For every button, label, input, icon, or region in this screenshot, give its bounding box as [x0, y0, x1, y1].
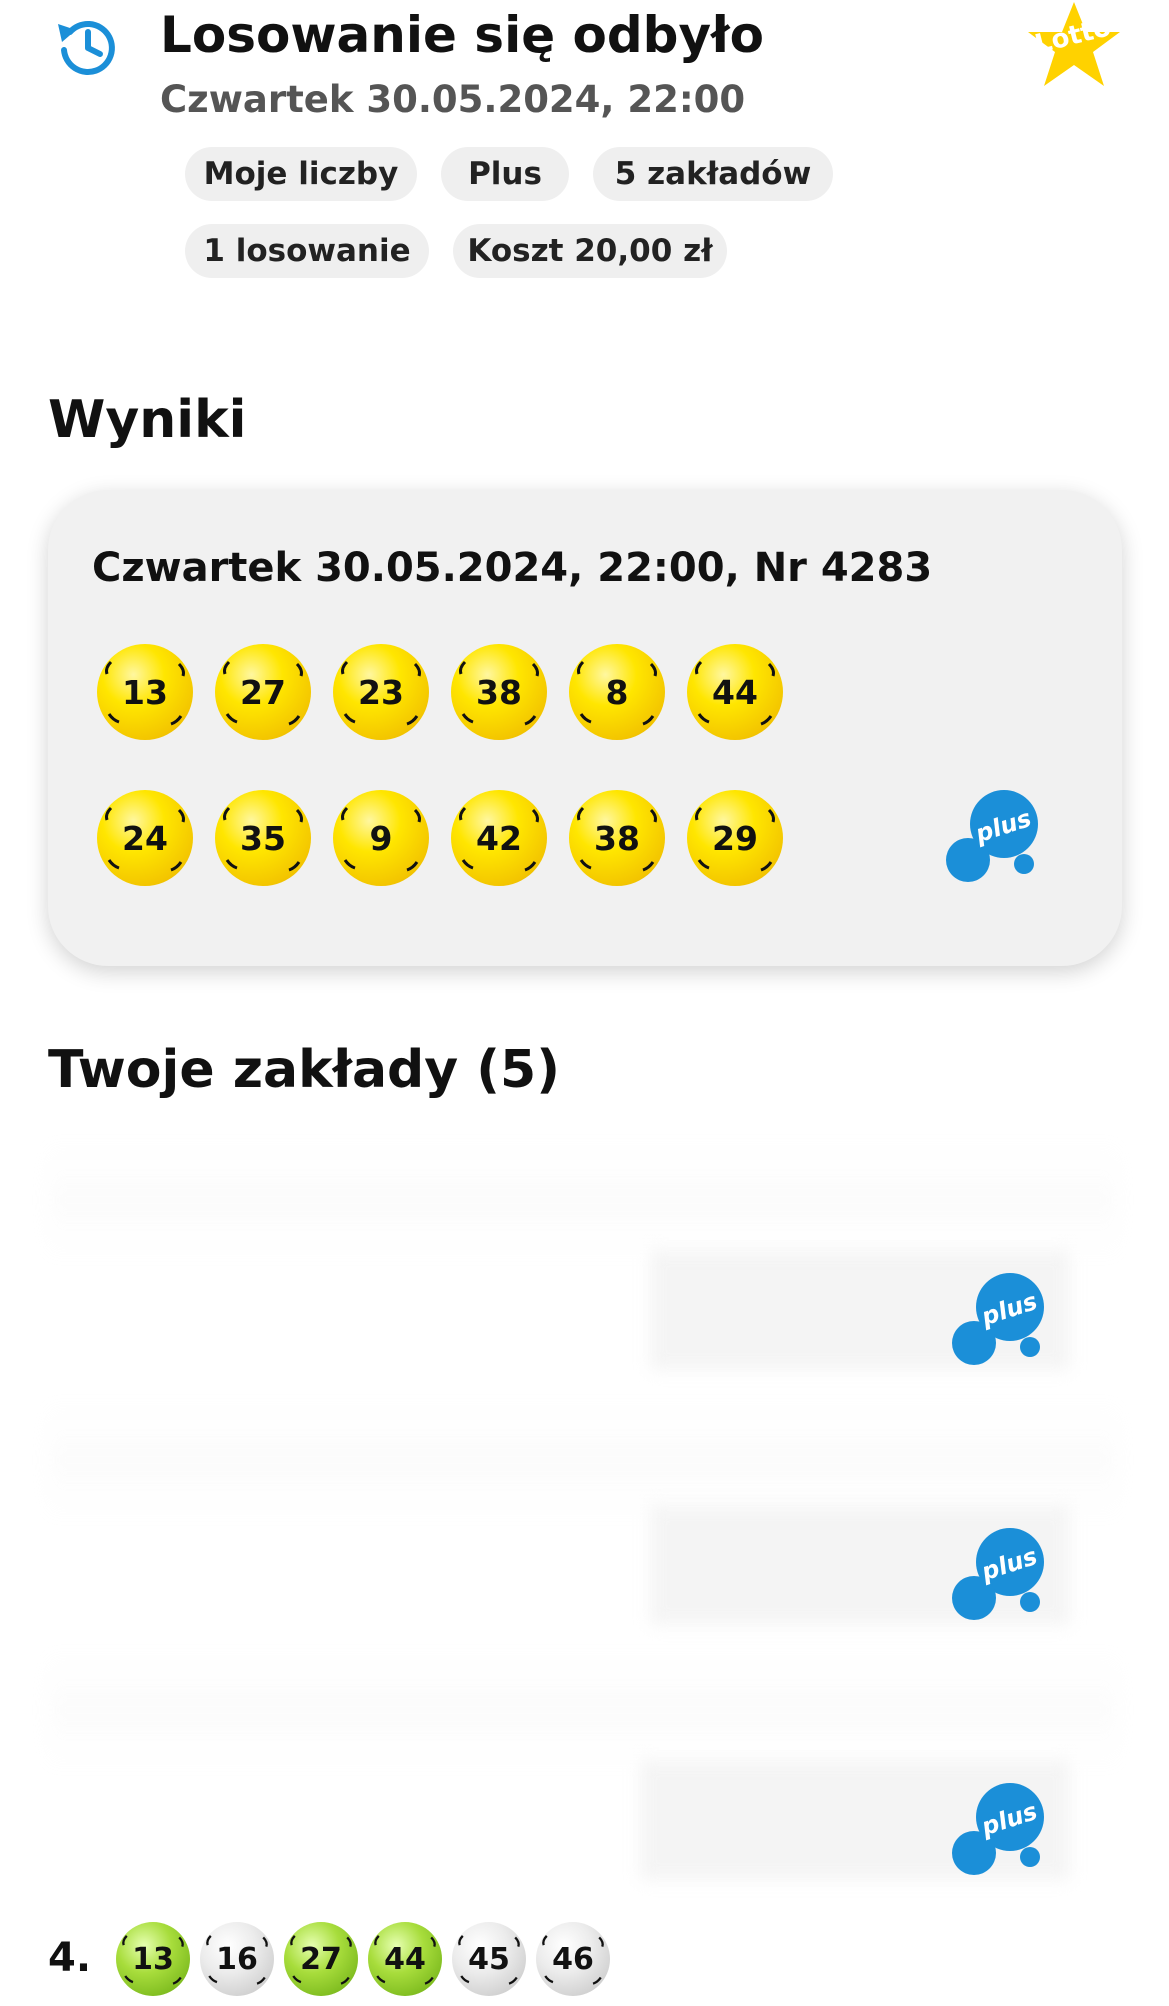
ball-number: 44	[384, 1941, 426, 1977]
draw-info: Czwartek 30.05.2024, 22:00, Nr 4283	[92, 545, 933, 591]
page-title: Losowanie się odbyło	[160, 6, 764, 64]
ball-number: 27	[300, 1941, 342, 1977]
chip-draws-count[interactable]: 1 losowanie	[185, 224, 429, 278]
chip-my-numbers[interactable]: Moje liczby	[185, 147, 417, 201]
ball-number: 9	[369, 818, 393, 858]
number-ball: 23	[333, 644, 429, 740]
bet-index: 4.	[48, 1935, 92, 1981]
number-ball: 13	[97, 644, 193, 740]
ball-number: 13	[122, 672, 168, 712]
ball-number: 16	[216, 1941, 258, 1977]
ball-number: 24	[122, 818, 168, 858]
ball-number: 13	[132, 1941, 174, 1977]
lotto-logo: Lotto	[1028, 2, 1120, 86]
number-ball: 9	[333, 790, 429, 886]
ball-number: 45	[468, 1941, 510, 1977]
plus-logo: plus	[952, 1528, 1044, 1620]
ball-number: 23	[358, 672, 404, 712]
plus-logo: plus	[946, 790, 1038, 882]
number-ball: 42	[451, 790, 547, 886]
number-ball: 35	[215, 790, 311, 886]
draw-date-subtitle: Czwartek 30.05.2024, 22:00	[160, 78, 746, 121]
ball-number: 35	[240, 818, 286, 858]
number-ball: 27	[215, 644, 311, 740]
ball-number: 46	[552, 1941, 594, 1977]
number-ball: 46	[536, 1922, 610, 1996]
ball-number: 38	[594, 818, 640, 858]
number-ball: 24	[97, 790, 193, 886]
number-ball: 29	[687, 790, 783, 886]
number-ball: 45	[452, 1922, 526, 1996]
ball-number: 8	[605, 672, 629, 712]
ball-number: 29	[712, 818, 758, 858]
plus-logo: plus	[952, 1273, 1044, 1365]
ball-number: 27	[240, 672, 286, 712]
number-ball: 13	[116, 1922, 190, 1996]
plus-logo: plus	[952, 1783, 1044, 1875]
results-heading: Wyniki	[48, 390, 247, 450]
chip-plus[interactable]: Plus	[441, 147, 569, 201]
ball-number: 38	[476, 672, 522, 712]
number-ball: 38	[569, 790, 665, 886]
bet-row-placeholder	[48, 1650, 1118, 1770]
bet-row-placeholder	[48, 1400, 1118, 1520]
number-ball: 38	[451, 644, 547, 740]
bets-heading: Twoje zakłady (5)	[48, 1040, 560, 1100]
chip-bets-count[interactable]: 5 zakładów	[593, 147, 833, 201]
ball-number: 42	[476, 818, 522, 858]
number-ball: 16	[200, 1922, 274, 1996]
chip-cost[interactable]: Koszt 20,00 zł	[453, 224, 727, 278]
number-ball: 8	[569, 644, 665, 740]
ball-number: 44	[712, 672, 758, 712]
history-icon[interactable]	[52, 10, 122, 80]
number-ball: 44	[687, 644, 783, 740]
number-ball: 27	[284, 1922, 358, 1996]
number-ball: 44	[368, 1922, 442, 1996]
bet-row-placeholder	[48, 1140, 1118, 1260]
